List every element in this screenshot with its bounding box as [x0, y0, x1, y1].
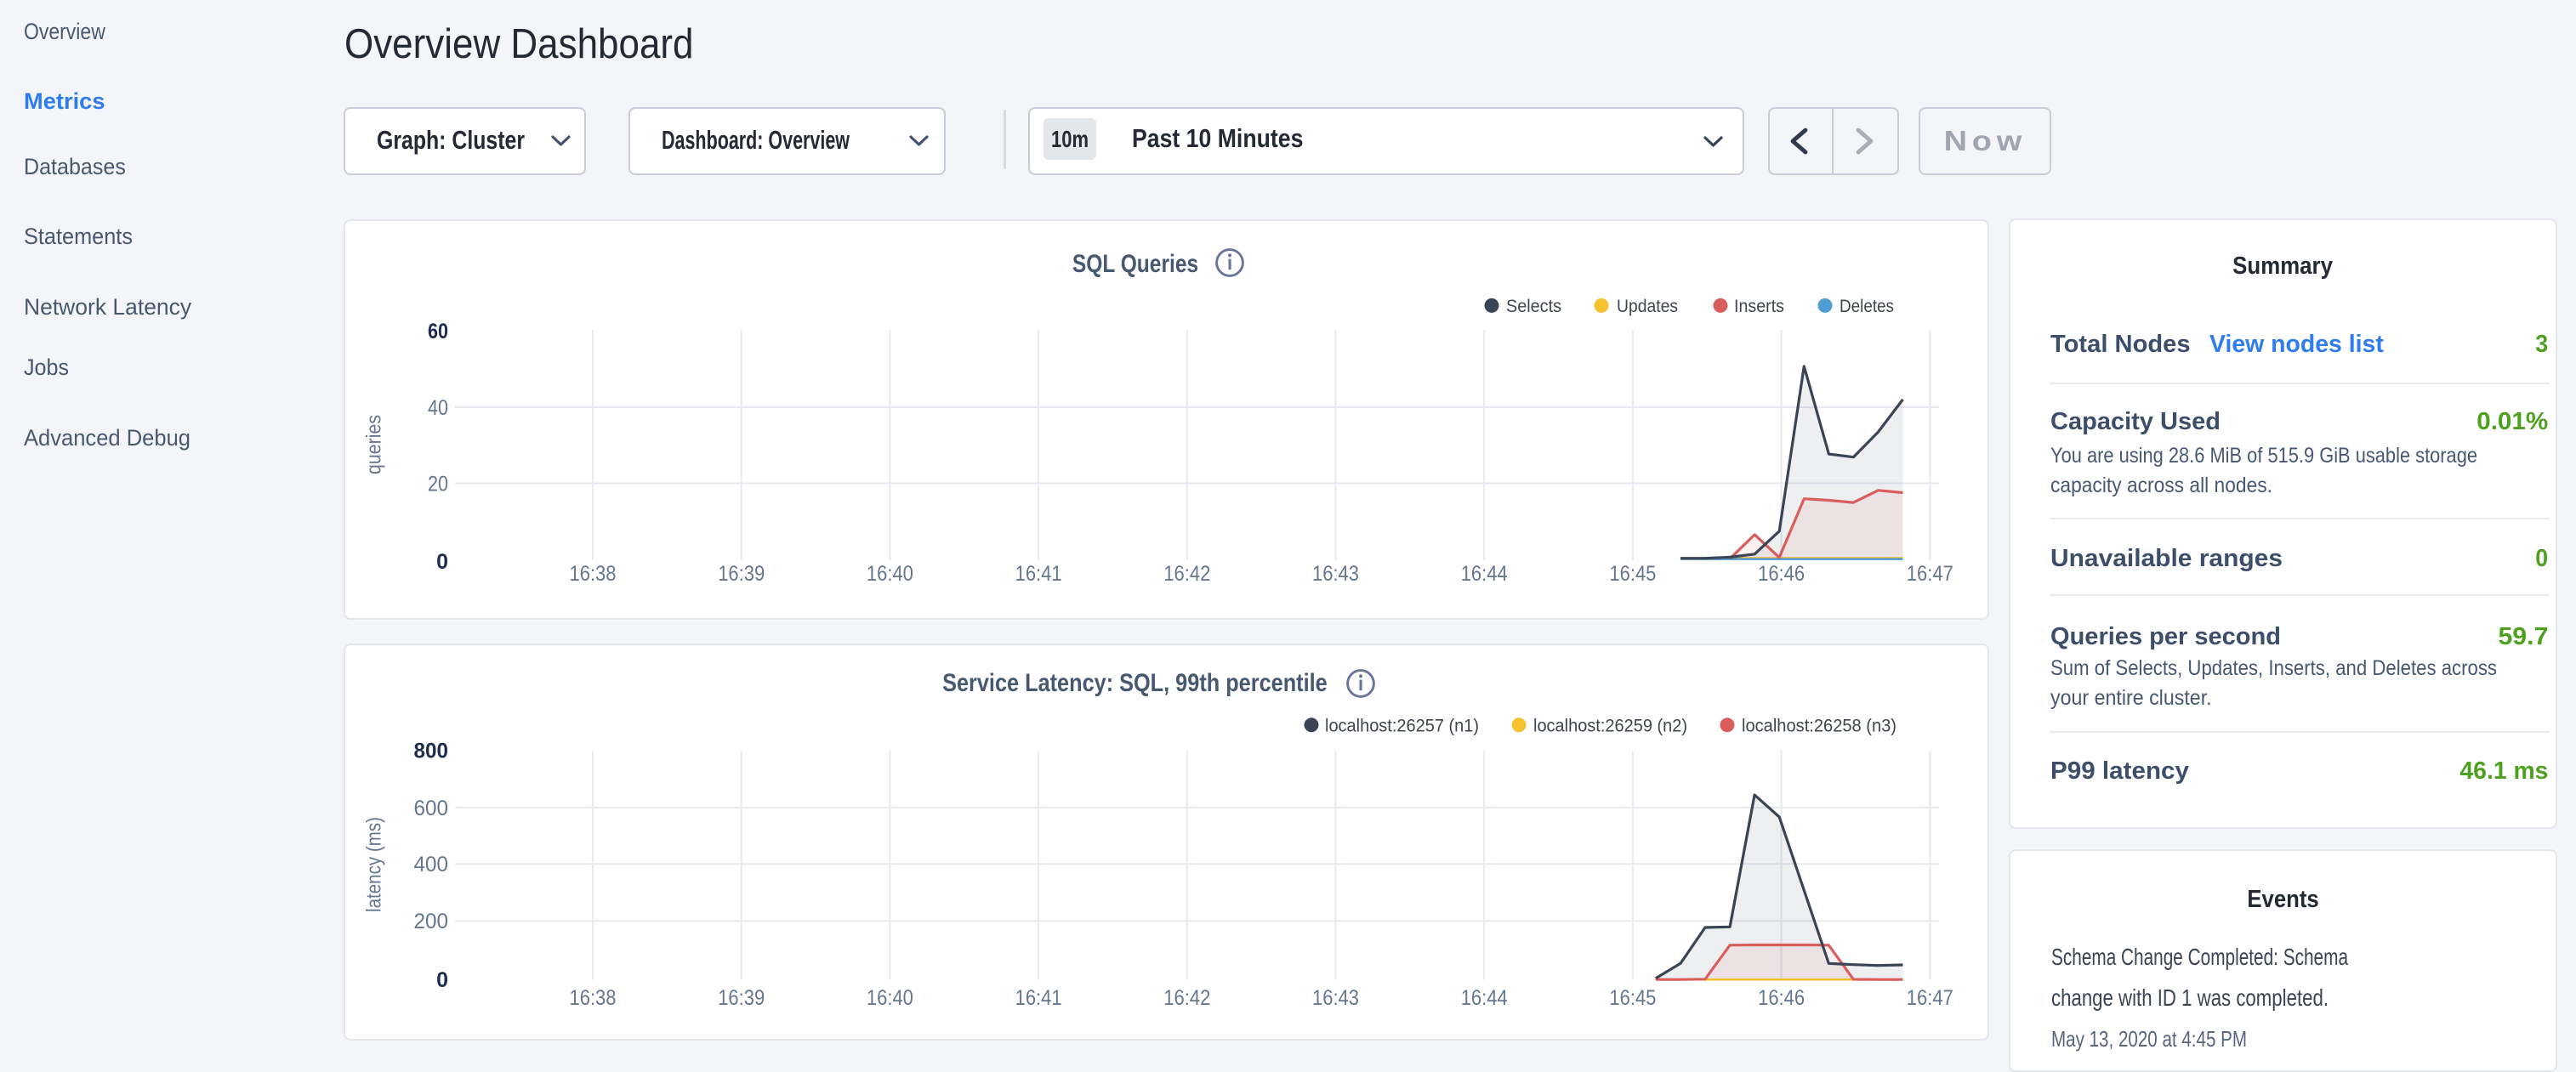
svg-text:latency (ms): latency (ms) — [363, 817, 386, 912]
svg-text:localhost:26259 (n2): localhost:26259 (n2) — [1533, 715, 1687, 735]
svg-text:20: 20 — [428, 473, 448, 496]
svg-text:16:42: 16:42 — [1163, 986, 1210, 1010]
svg-text:16:38: 16:38 — [570, 562, 617, 586]
svg-text:queries: queries — [363, 415, 386, 474]
svg-text:200: 200 — [414, 910, 449, 933]
svg-text:16:41: 16:41 — [1015, 562, 1062, 586]
svg-text:localhost:26258 (n3): localhost:26258 (n3) — [1742, 715, 1896, 735]
svg-text:16:40: 16:40 — [867, 986, 913, 1010]
svg-text:16:40: 16:40 — [867, 562, 913, 586]
svg-text:16:43: 16:43 — [1312, 562, 1359, 586]
svg-text:16:38: 16:38 — [570, 986, 617, 1010]
svg-text:Service Latency: SQL, 99th per: Service Latency: SQL, 99th percentile — [942, 669, 1328, 697]
svg-text:16:39: 16:39 — [718, 986, 765, 1010]
svg-text:Selects: Selects — [1506, 296, 1561, 316]
svg-text:Inserts: Inserts — [1734, 296, 1784, 316]
svg-text:16:43: 16:43 — [1312, 986, 1359, 1010]
svg-text:16:41: 16:41 — [1015, 986, 1062, 1010]
svg-text:SQL Queries: SQL Queries — [1072, 250, 1198, 278]
svg-text:16:39: 16:39 — [718, 562, 765, 586]
svg-text:0: 0 — [436, 550, 448, 574]
svg-text:Updates: Updates — [1617, 296, 1678, 316]
svg-text:16:42: 16:42 — [1163, 562, 1210, 586]
svg-text:0: 0 — [436, 968, 448, 992]
svg-text:40: 40 — [428, 396, 448, 420]
svg-text:600: 600 — [414, 797, 449, 820]
svg-text:Deletes: Deletes — [1840, 296, 1894, 316]
svg-text:16:44: 16:44 — [1461, 562, 1508, 586]
svg-text:800: 800 — [414, 740, 449, 763]
svg-text:16:45: 16:45 — [1609, 986, 1656, 1010]
svg-text:localhost:26257 (n1): localhost:26257 (n1) — [1325, 715, 1479, 735]
svg-text:16:46: 16:46 — [1758, 986, 1805, 1010]
svg-text:16:47: 16:47 — [1907, 986, 1953, 1010]
svg-text:60: 60 — [428, 320, 448, 343]
svg-text:16:44: 16:44 — [1461, 986, 1508, 1010]
svg-text:400: 400 — [414, 853, 449, 876]
svg-text:16:45: 16:45 — [1609, 562, 1656, 586]
